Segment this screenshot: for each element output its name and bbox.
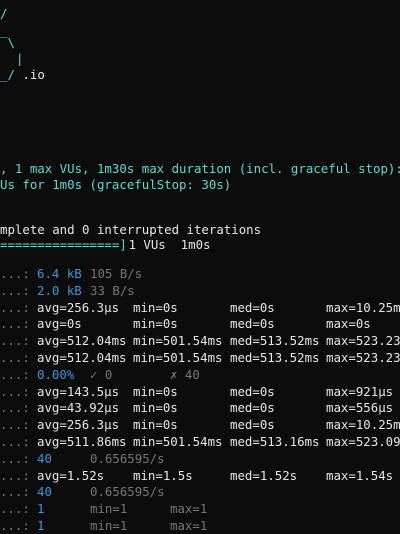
metric-label: ...: — [0, 450, 30, 466]
iterations-text: mplete and 0 interrupted iterations — [0, 222, 262, 237]
metric-label: ...: — [0, 366, 30, 382]
metric-label: ...: — [0, 333, 30, 349]
metric-max: max=1 — [170, 501, 208, 517]
metric-med: med=0s — [230, 400, 275, 416]
progress-status: 1 VUs 1m0s — [121, 237, 211, 252]
metric-min: min=1 — [90, 501, 128, 517]
metric-avg: avg=512.04ms — [37, 333, 127, 349]
metric-max: max=556µs — [326, 400, 394, 416]
metric-min: min=0s — [133, 299, 178, 315]
metric-med: med=513.52ms — [230, 333, 320, 349]
metric-min: min=1 — [90, 518, 128, 533]
metric-max: max=10.25m — [326, 299, 400, 315]
logo-text: / — [0, 6, 8, 21]
metric-avg: avg=256.3µs — [37, 299, 120, 315]
metric-max: max=0s — [326, 316, 371, 332]
metric-rate: 33 B/s — [90, 282, 135, 298]
metric-avg: avg=511.86ms — [37, 434, 127, 449]
metric-min: min=0s — [133, 316, 178, 332]
scenario-text: , 1 max VUs, 1m30s max duration (incl. g… — [0, 161, 400, 176]
metric-avg: avg=0s — [37, 316, 82, 332]
metric-avg: avg=512.04ms — [37, 350, 127, 365]
metric-label: ...: — [0, 266, 30, 281]
metric-label: ...: — [0, 316, 30, 332]
metric-value: 6.4 kB — [37, 266, 82, 281]
metric-avg: avg=256.3µs — [37, 417, 120, 433]
scenario-text: Us for 1m0s (gracefulStop: 30s) — [0, 177, 232, 192]
metric-rate: 0.656595/s — [90, 450, 165, 466]
metric-med: med=1.52s — [230, 467, 298, 483]
metric-value: 2.0 kB — [37, 282, 82, 298]
metric-max: max=921µs — [326, 383, 394, 399]
metric-max: max=523.09 — [326, 434, 400, 449]
metric-label: ...: — [0, 467, 30, 483]
logo-text: ‾\ — [0, 35, 15, 50]
metric-min: min=501.54ms — [133, 434, 223, 449]
metric-min: min=0s — [133, 417, 178, 433]
metric-med: med=0s — [230, 417, 275, 433]
terminal-window: / ‾\ | _/ .io , 1 max VUs, 1m30s max dur… — [0, 0, 400, 533]
metric-label: ...: — [0, 484, 30, 500]
metric-min: min=0s — [133, 400, 178, 416]
metric-value: 0.00% — [37, 366, 75, 382]
metric-med: med=0s — [230, 383, 275, 399]
metric-avg: avg=43.92µs — [37, 400, 120, 416]
metric-max: max=523.23 — [326, 333, 400, 349]
metric-label: ...: — [0, 400, 30, 416]
metric-med: med=0s — [230, 299, 275, 315]
metric-min: min=501.54ms — [133, 333, 223, 349]
metric-max: max=523.23 — [326, 350, 400, 365]
metric-med: med=513.16ms — [230, 434, 320, 449]
check-fail: ✗ 40 — [170, 366, 200, 382]
metric-max: max=1 — [170, 518, 208, 533]
progress-bar: ================] — [0, 237, 127, 252]
metric-label: ...: — [0, 501, 30, 517]
metric-label: ...: — [0, 383, 30, 399]
check-pass: ✓ 0 — [90, 366, 113, 382]
metric-rate: 0.656595/s — [90, 484, 165, 500]
metric-value: 40 — [37, 450, 52, 466]
metric-max: max=10.25m — [326, 417, 400, 433]
metric-label: ...: — [0, 434, 30, 449]
metric-avg: avg=1.52s — [37, 467, 105, 483]
metric-value: 1 — [37, 518, 45, 533]
metric-max: max=1.54s — [326, 467, 394, 483]
metric-rate: 105 B/s — [90, 266, 143, 281]
metric-min: min=501.54ms — [133, 350, 223, 365]
metric-med: med=513.52ms — [230, 350, 320, 365]
logo-domain-text: .io — [15, 67, 45, 82]
metric-label: ...: — [0, 518, 30, 533]
metric-label: ...: — [0, 417, 30, 433]
metric-avg: avg=143.5µs — [37, 383, 120, 399]
metric-label: ...: — [0, 299, 30, 315]
metric-value: 40 — [37, 484, 52, 500]
logo-text: | — [16, 51, 24, 66]
metric-min: min=1.5s — [133, 467, 193, 483]
metric-min: min=0s — [133, 383, 178, 399]
metric-label: ...: — [0, 350, 30, 365]
metric-med: med=0s — [230, 316, 275, 332]
metric-value: 1 — [37, 501, 45, 517]
logo-text: _/ — [0, 67, 15, 82]
metric-label: ...: — [0, 282, 30, 298]
